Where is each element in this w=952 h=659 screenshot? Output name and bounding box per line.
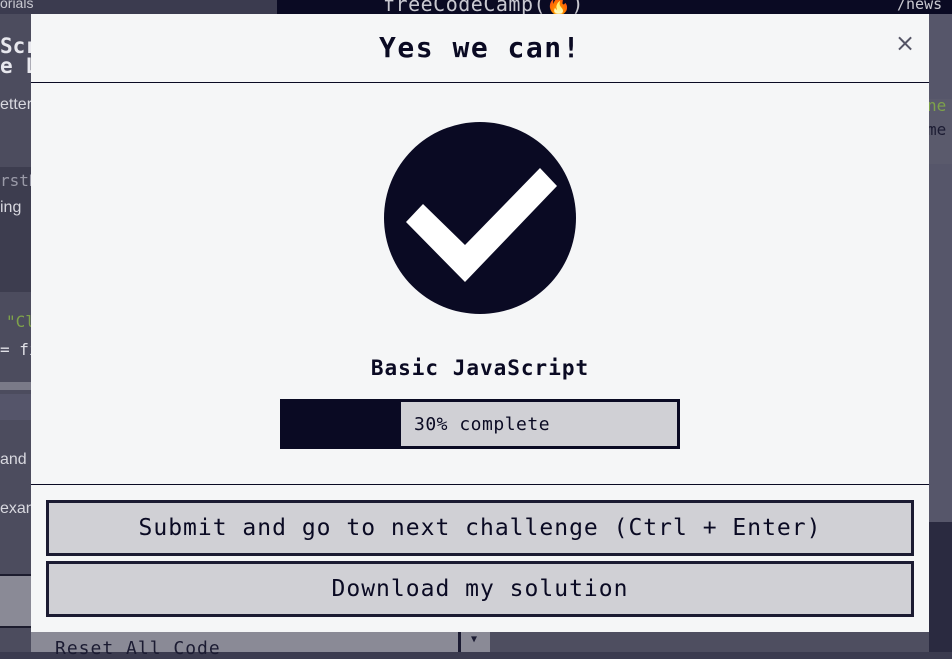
divider-band: [0, 382, 31, 390]
download-solution-button[interactable]: Download my solution: [46, 561, 914, 617]
fragment: exan: [0, 500, 31, 517]
progress-fill: [283, 402, 402, 446]
fragment: ne: [929, 96, 947, 115]
fragment: rstN: [0, 171, 31, 190]
fragment: ing: [0, 199, 22, 216]
modal-header: Yes we can! ×: [31, 14, 929, 83]
challenge-complete-modal: Yes we can! × Basic JavaScript 30% compl…: [31, 14, 929, 632]
chevron-down-icon: ▼: [471, 634, 478, 645]
success-badge: [384, 122, 576, 314]
reset-button-label: Reset All Code: [55, 638, 221, 659]
divider: [458, 632, 461, 652]
fragment: me: [929, 120, 947, 139]
fragment: = fi: [0, 340, 31, 359]
fragment: e L: [0, 54, 31, 78]
console-area: [929, 522, 952, 652]
progress-bar: 30% complete: [280, 399, 680, 449]
right-panel: [490, 632, 929, 652]
progress-label: 30% complete: [414, 414, 551, 435]
button-band: [0, 574, 31, 628]
lesson-panel-behind: Scr e L etter rstN ing "Cl = fi and t ex…: [0, 14, 31, 652]
fragment: etter: [0, 96, 31, 113]
close-icon[interactable]: ×: [893, 28, 917, 58]
superblock-title: Basic JavaScript: [370, 356, 590, 380]
nav-tab-label: orials: [0, 0, 34, 11]
bottom-toolbar-behind: Reset All Code ▼: [31, 632, 929, 659]
modal-title: Yes we can!: [379, 31, 581, 64]
fragment: and t: [0, 451, 31, 468]
modal-footer: Submit and go to next challenge (Ctrl + …: [31, 484, 929, 632]
code-panel-behind: ne me: [929, 14, 952, 652]
checkmark-icon: [384, 122, 576, 314]
tab-band: [0, 394, 31, 420]
submit-next-challenge-button[interactable]: Submit and go to next challenge (Ctrl + …: [46, 500, 914, 556]
nav-link-news: /news: [897, 0, 943, 13]
nav-tab: orials: [0, 0, 277, 14]
fragment: "Cl: [6, 312, 31, 331]
